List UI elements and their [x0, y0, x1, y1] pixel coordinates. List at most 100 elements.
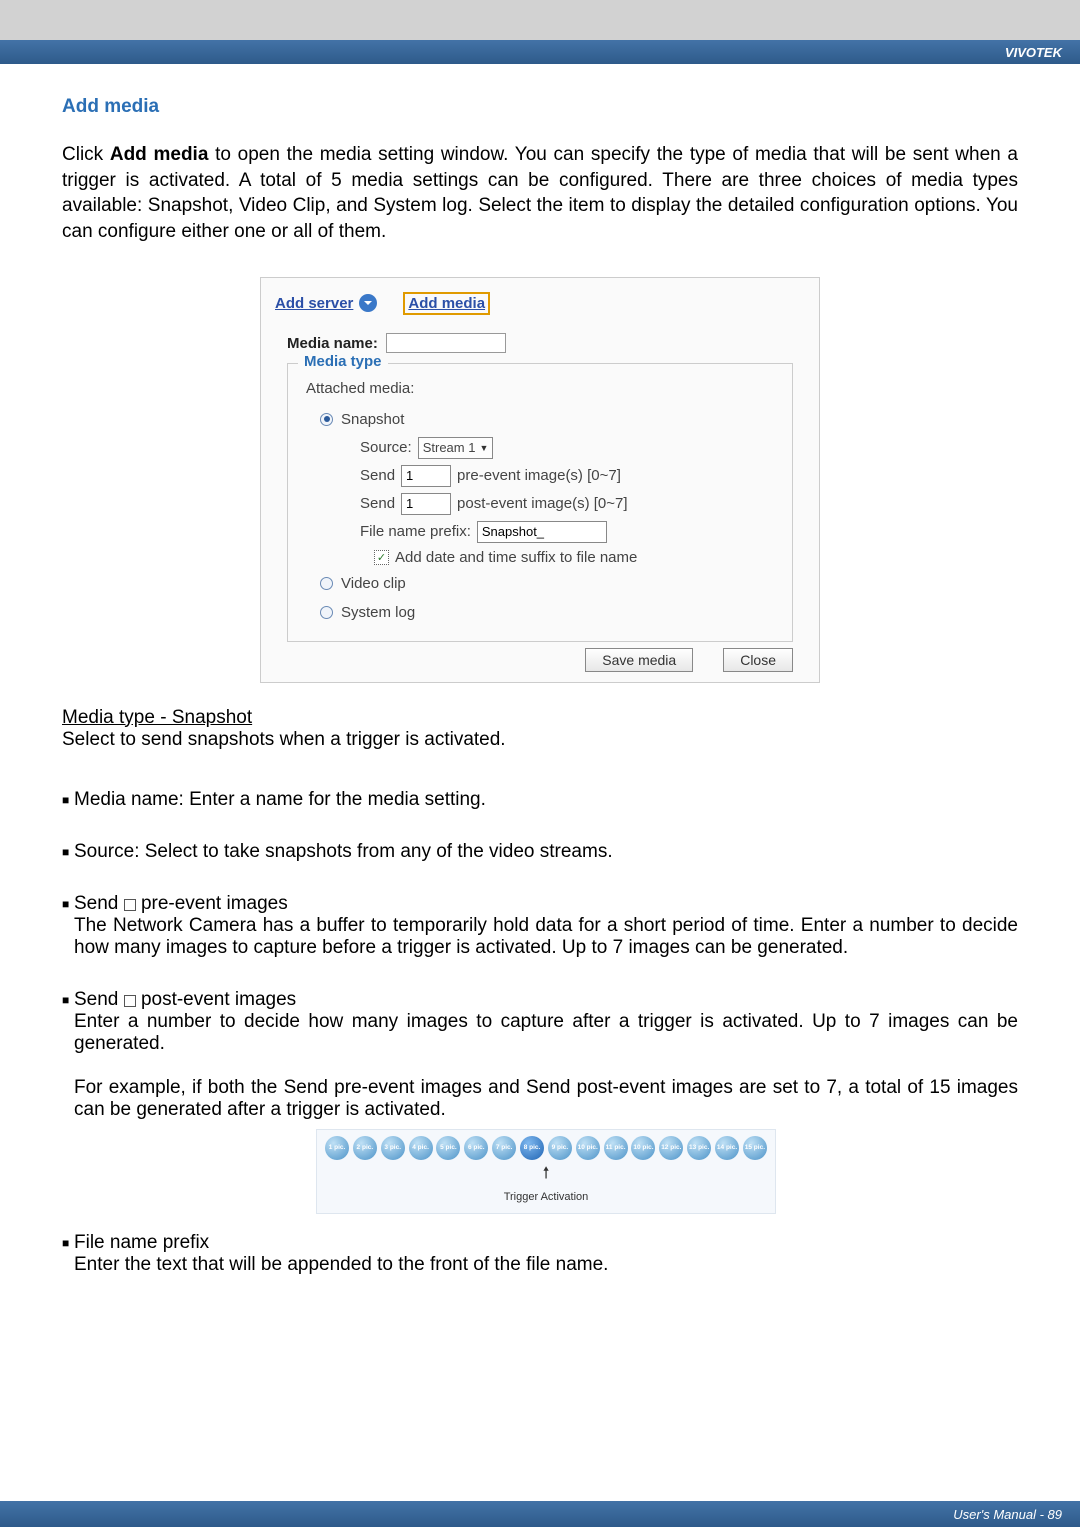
lead: Send	[74, 989, 118, 1010]
bullet-icon: ■	[62, 789, 74, 811]
prefix-input[interactable]	[477, 521, 607, 543]
add-server-link[interactable]: Add server	[275, 295, 353, 312]
list-content: Send post-event images Enter a number to…	[74, 989, 1018, 1214]
systemlog-radio-row[interactable]: System log	[300, 598, 780, 627]
header-bar: VIVOTEK	[0, 40, 1080, 64]
bullet-icon: ■	[62, 841, 74, 863]
systemlog-label: System log	[341, 604, 415, 621]
trigger-diagram: 1 pic.2 pic.3 pic.4 pic.5 pic.6 pic.7 pi…	[316, 1129, 776, 1214]
send-label-1: Send	[360, 467, 395, 484]
bullet-list: ■ Media name: Enter a name for the media…	[62, 789, 1018, 1276]
save-media-button[interactable]: Save media	[585, 648, 693, 672]
media-name-input[interactable]	[386, 333, 506, 353]
after-box: pre-event images	[141, 893, 288, 914]
lead: Send	[74, 893, 118, 914]
radio-icon[interactable]	[320, 577, 333, 590]
videoclip-radio-row[interactable]: Video clip	[300, 569, 780, 598]
post-event-label: post-event image(s) [0~7]	[457, 495, 628, 512]
post-event-input[interactable]	[401, 493, 451, 515]
list-item: ■ Media name: Enter a name for the media…	[62, 789, 1018, 811]
list-item: ■ Send pre-event images The Network Came…	[62, 893, 1018, 959]
footer-bar: User's Manual - 89	[0, 1501, 1080, 1527]
subheading: Media type - Snapshot	[62, 707, 1018, 729]
source-row: Source: Stream 1 ▼	[360, 434, 780, 462]
suffix-label: Add date and time suffix to file name	[395, 549, 637, 566]
diagram-circle: 5 pic.	[436, 1136, 460, 1160]
send-label-2: Send	[360, 495, 395, 512]
media-dialog-screenshot: Add server Add media Media name: Media t…	[260, 277, 820, 683]
source-label: Source:	[360, 439, 412, 456]
content-area: Add media Click Add media to open the me…	[0, 64, 1080, 1276]
post-event-row: Send post-event image(s) [0~7]	[360, 490, 780, 518]
list-text: Media name: Enter a name for the media s…	[74, 789, 1018, 811]
dialog-header: Add server Add media	[261, 288, 819, 327]
diagram-circle: 8 pic.	[520, 1136, 544, 1160]
snapshot-radio-row[interactable]: Snapshot	[300, 405, 780, 434]
lead2: File name prefix	[74, 1232, 209, 1253]
chevron-down-icon: ▼	[479, 443, 488, 453]
bullet-icon: ■	[62, 893, 74, 959]
diagram-circle: 10 pic.	[576, 1136, 600, 1160]
source-value: Stream 1	[423, 440, 476, 455]
media-type-fieldset: Media type Attached media: Snapshot Sour…	[287, 363, 793, 642]
list-content: File name prefix Enter the text that wil…	[74, 1232, 1018, 1276]
diagram-circle: 4 pic.	[409, 1136, 433, 1160]
diagram-circle: 10 pic.	[631, 1136, 655, 1160]
dialog-buttons: Save media Close	[261, 642, 819, 672]
diagram-circle: 12 pic.	[659, 1136, 683, 1160]
radio-icon[interactable]	[320, 606, 333, 619]
diagram-circle: 13 pic.	[687, 1136, 711, 1160]
footer-text: User's Manual - 89	[953, 1507, 1062, 1522]
document-page: VIVOTEK Add media Click Add media to ope…	[0, 40, 1080, 1527]
radio-icon[interactable]	[320, 413, 333, 426]
diagram-circle: 2 pic.	[353, 1136, 377, 1160]
list-item: ■ File name prefix Enter the text that w…	[62, 1232, 1018, 1276]
arrow-up-icon: 🠕	[325, 1162, 767, 1189]
input-box-icon	[124, 899, 136, 911]
snapshot-label: Snapshot	[341, 411, 404, 428]
diagram-circle: 14 pic.	[715, 1136, 739, 1160]
pre-event-row: Send pre-event image(s) [0~7]	[360, 462, 780, 490]
diagram-circles: 1 pic.2 pic.3 pic.4 pic.5 pic.6 pic.7 pi…	[325, 1136, 767, 1160]
diagram-circle: 11 pic.	[604, 1136, 628, 1160]
checkbox-icon[interactable]: ✓	[374, 550, 389, 565]
diagram-circle: 9 pic.	[548, 1136, 572, 1160]
prefix-row: File name prefix:	[360, 518, 780, 546]
intro-bold: Add media	[110, 144, 209, 165]
list-item: ■ Source: Select to take snapshots from …	[62, 841, 1018, 863]
diagram-circle: 7 pic.	[492, 1136, 516, 1160]
desc: Enter a number to decide how many images…	[74, 1011, 1018, 1055]
pre-event-label: pre-event image(s) [0~7]	[457, 467, 621, 484]
extra: For example, if both the Send pre-event …	[74, 1077, 1018, 1121]
bullet-icon: ■	[62, 989, 74, 1214]
list-text: Source: Select to take snapshots from an…	[74, 841, 1018, 863]
subheading-text: Select to send snapshots when a trigger …	[62, 729, 1018, 751]
diagram-caption: Trigger Activation	[325, 1191, 767, 1203]
prefix-label: File name prefix:	[360, 523, 471, 540]
list-item: ■ Send post-event images Enter a number …	[62, 989, 1018, 1214]
list-content: Send pre-event images The Network Camera…	[74, 893, 1018, 959]
media-name-label: Media name:	[287, 335, 378, 352]
bullet-icon: ■	[62, 1232, 74, 1276]
diagram-circle: 15 pic.	[743, 1136, 767, 1160]
subheading-title: Media type - Snapshot	[62, 707, 252, 728]
pre-event-input[interactable]	[401, 465, 451, 487]
desc: Enter the text that will be appended to …	[74, 1254, 608, 1275]
after-box: post-event images	[141, 989, 296, 1010]
suffix-row: ✓ Add date and time suffix to file name	[374, 546, 780, 569]
videoclip-label: Video clip	[341, 575, 406, 592]
chevron-down-icon[interactable]	[359, 294, 377, 312]
section-title: Add media	[62, 96, 1018, 118]
attached-media-label: Attached media:	[300, 372, 780, 405]
close-button[interactable]: Close	[723, 648, 793, 672]
brand-label: VIVOTEK	[1005, 45, 1062, 60]
fieldset-legend: Media type	[298, 353, 388, 370]
intro-paragraph: Click Add media to open the media settin…	[62, 142, 1018, 245]
input-box-icon	[124, 995, 136, 1007]
diagram-circle: 1 pic.	[325, 1136, 349, 1160]
add-media-link[interactable]: Add media	[403, 292, 490, 315]
desc: The Network Camera has a buffer to tempo…	[74, 915, 1018, 959]
diagram-circle: 6 pic.	[464, 1136, 488, 1160]
diagram-circle: 3 pic.	[381, 1136, 405, 1160]
source-select[interactable]: Stream 1 ▼	[418, 437, 494, 459]
